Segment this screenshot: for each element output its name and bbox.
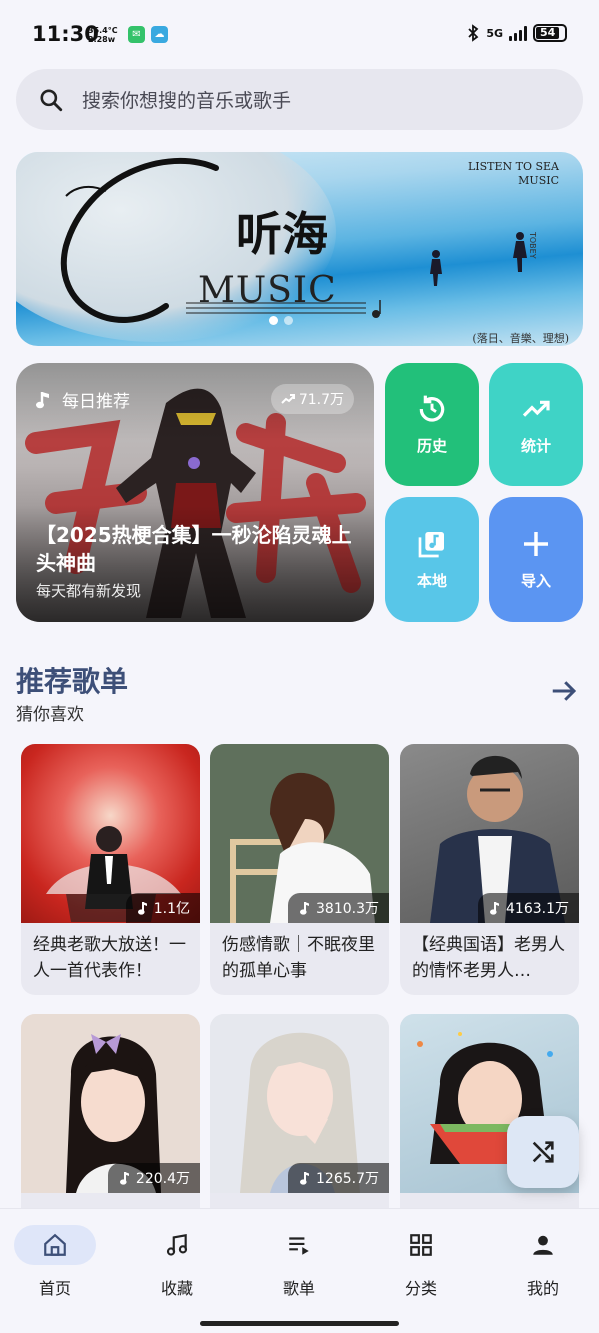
- daily-label: 每日推荐: [62, 392, 130, 412]
- music-note-icon: [36, 391, 49, 408]
- banner-top-text: LISTEN TO SEA MUSIC: [468, 160, 559, 188]
- playlist-title: 伤感情歌｜不眠夜里的孤单心事: [222, 935, 375, 981]
- search-placeholder: 搜索你想搜的音乐或歌手: [82, 90, 292, 112]
- nav-item-favorites[interactable]: 收藏: [117, 1225, 237, 1299]
- music-note-icon: [490, 902, 499, 915]
- playlist-card[interactable]: 4163.1万 【经典国语】老男人的情怀老男人…: [400, 744, 579, 995]
- daily-title: 【2025热梗合集】一秒沦陷灵魂上头神曲: [36, 523, 352, 575]
- daily-header: 每日推荐: [36, 387, 130, 412]
- history-icon: [419, 395, 445, 422]
- nav-item-home[interactable]: 首页: [0, 1225, 115, 1299]
- banner-title: 听海: [236, 207, 328, 261]
- music-library-icon: [418, 532, 444, 558]
- playlist-cover: 1265.7万: [210, 1014, 389, 1193]
- play-count: 220.4万: [135, 1171, 190, 1187]
- playlist-cover: 3810.3万: [210, 744, 389, 923]
- nav-icon-wrap: [136, 1225, 218, 1265]
- play-count: 1265.7万: [316, 1171, 379, 1187]
- shuffle-icon: [532, 1141, 554, 1163]
- arrow-right-icon[interactable]: [549, 676, 579, 706]
- battery-level: 54: [536, 27, 559, 39]
- cloud-icon: ☁: [151, 26, 168, 43]
- person-icon: [533, 1235, 553, 1255]
- import-label: 导入: [520, 572, 551, 590]
- trending-icon: [522, 400, 550, 417]
- nav-item-profile[interactable]: 我的: [483, 1225, 599, 1299]
- stats-label: 统计: [520, 437, 551, 455]
- banner-children-figures: [430, 232, 527, 286]
- trending-icon: [281, 394, 295, 404]
- search-icon: [40, 88, 63, 111]
- play-count-badge: 1.1亿: [125, 893, 200, 923]
- nav-label-profile: 我的: [526, 1279, 559, 1298]
- nav-item-playlists[interactable]: 歌单: [239, 1225, 359, 1299]
- music-note-icon: [300, 902, 309, 915]
- plus-icon: [524, 532, 548, 556]
- section-title: 推荐歌单: [16, 665, 129, 698]
- grid-icon: [410, 1234, 432, 1256]
- nav-label-home: 首页: [38, 1279, 71, 1298]
- playlist-cover: 220.4万: [21, 1014, 200, 1193]
- section-subtitle: 猜你喜欢: [16, 705, 84, 725]
- play-count: 1.1亿: [153, 901, 190, 917]
- battery-icon: 54: [533, 24, 567, 42]
- playlist-card[interactable]: 3810.3万 伤感情歌｜不眠夜里的孤单心事: [210, 744, 389, 995]
- music-note-icon: [119, 1172, 129, 1185]
- stats-tile[interactable]: 统计: [489, 363, 583, 486]
- history-tile[interactable]: 历史: [385, 363, 479, 486]
- status-power: 2.28w: [88, 35, 116, 44]
- music-note-icon: [137, 902, 147, 915]
- daily-play-count: 71.7万: [298, 392, 344, 408]
- daily-recommend-card[interactable]: 每日推荐 71.7万 【2025热梗合集】一秒沦陷灵魂上头神曲 每天都有新发现: [16, 363, 374, 622]
- play-count-badge: 1265.7万: [288, 1163, 389, 1193]
- home-icon: [44, 1233, 66, 1256]
- status-right: 5G 54: [466, 24, 567, 42]
- banner-footer-text: (落日、音樂、理想): [472, 332, 569, 345]
- play-count-badge: 220.4万: [107, 1163, 200, 1193]
- nav-icon-wrap: [380, 1225, 462, 1265]
- banner-top-line-2: MUSIC: [518, 174, 559, 187]
- signal-icon: [509, 25, 527, 41]
- network-label: 5G: [486, 26, 503, 40]
- local-tile[interactable]: 本地: [385, 497, 479, 622]
- banner-top-line-1: LISTEN TO SEA: [467, 160, 559, 173]
- banner-page-indicator: [269, 316, 293, 325]
- nav-item-categories[interactable]: 分类: [361, 1225, 481, 1299]
- music-note-icon: [300, 1172, 309, 1185]
- wechat-icon: ✉: [128, 26, 145, 43]
- play-count: 3810.3万: [316, 901, 379, 917]
- play-count-badge: 4163.1万: [478, 893, 579, 923]
- nav-icon-wrap: [14, 1225, 96, 1265]
- playlist-card[interactable]: 1.1亿 经典老歌大放送！一人一首代表作！: [21, 744, 200, 995]
- page-dot[interactable]: [284, 316, 293, 325]
- nav-label-favorites: 收藏: [160, 1279, 193, 1298]
- play-count: 4163.1万: [506, 901, 569, 917]
- status-sensor: 35.4°C 2.28w: [88, 26, 118, 44]
- playlist-cover: 1.1亿: [21, 744, 200, 923]
- status-temp: 35.4°C: [88, 26, 118, 35]
- import-tile[interactable]: 导入: [489, 497, 583, 622]
- daily-subtitle: 每天都有新发现: [36, 582, 142, 600]
- nav-icon-wrap: [258, 1225, 340, 1265]
- nav-label-categories: 分类: [404, 1279, 437, 1298]
- nav-label-playlists: 歌单: [282, 1279, 315, 1298]
- home-indicator: [200, 1321, 399, 1326]
- bottom-nav: 首页 收藏 歌单 分类 我的: [0, 1208, 599, 1333]
- daily-play-count-badge: 71.7万: [270, 384, 354, 414]
- play-count-badge: 3810.3万: [288, 893, 389, 923]
- music-note-icon: [166, 1233, 188, 1256]
- playlist-cover: 4163.1万: [400, 744, 579, 923]
- local-label: 本地: [416, 572, 447, 590]
- playlist-title: 【经典国语】老男人的情怀老男人…: [412, 935, 565, 981]
- search-bar[interactable]: 搜索你想搜的音乐或歌手: [16, 69, 583, 130]
- status-bar: 11:30 35.4°C 2.28w ✉ ☁ 5G 54: [0, 0, 599, 64]
- nav-icon-wrap: [502, 1225, 584, 1265]
- history-label: 历史: [416, 437, 447, 455]
- shuffle-button[interactable]: [507, 1116, 579, 1188]
- bluetooth-icon: [468, 24, 479, 42]
- playlist-title: 经典老歌大放送！一人一首代表作！: [33, 935, 186, 981]
- banner-carousel[interactable]: LISTEN TO SEA MUSIC 听海 MUSIC TOBEY (落日、音…: [16, 152, 583, 346]
- page-dot[interactable]: [269, 316, 278, 325]
- playlist-icon: [289, 1237, 309, 1255]
